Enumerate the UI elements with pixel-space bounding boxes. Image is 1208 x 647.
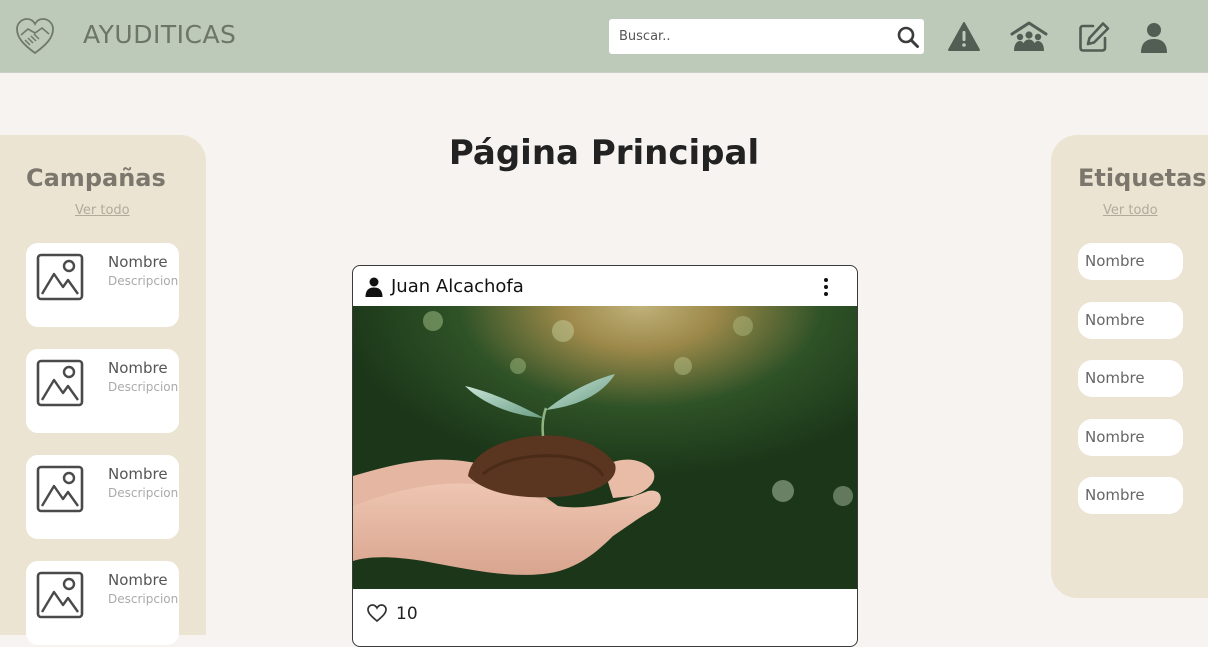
campaigns-sidebar: Campañas Ver todo Nombre Descripcion Nom…	[0, 135, 206, 645]
community-icon[interactable]	[1010, 20, 1048, 54]
alert-icon[interactable]	[947, 20, 981, 54]
campaign-card[interactable]: Nombre Descripcion	[26, 243, 179, 327]
post-author[interactable]: Juan Alcachofa	[391, 276, 524, 297]
campaign-description: Descripcion	[108, 486, 179, 500]
campaign-name: Nombre	[108, 253, 168, 271]
tag-item[interactable]: Nombre	[1078, 477, 1183, 514]
post-image[interactable]	[353, 306, 857, 589]
image-placeholder-icon	[36, 465, 84, 513]
image-placeholder-icon	[36, 253, 84, 301]
tag-item[interactable]: Nombre	[1078, 243, 1183, 280]
tags-see-all-link[interactable]: Ver todo	[1103, 203, 1158, 218]
user-icon[interactable]	[1137, 20, 1171, 54]
brand-name[interactable]: AYUDITICAS	[83, 20, 236, 49]
edit-icon[interactable]	[1077, 20, 1111, 54]
campaign-description: Descripcion	[108, 380, 179, 394]
tags-title: Etiquetas	[1078, 164, 1207, 192]
image-placeholder-icon	[36, 571, 84, 619]
user-icon	[365, 277, 383, 297]
tag-item[interactable]: Nombre	[1078, 419, 1183, 456]
campaigns-title: Campañas	[26, 164, 166, 192]
campaign-card[interactable]: Nombre Descripcion	[26, 349, 179, 433]
tag-item[interactable]: Nombre	[1078, 360, 1183, 397]
tags-sidebar: Etiquetas Ver todo Nombre Nombre Nombre …	[1051, 135, 1208, 598]
campaign-name: Nombre	[108, 465, 168, 483]
post-header: Juan Alcachofa	[353, 266, 857, 306]
heart-icon[interactable]	[367, 603, 387, 623]
like-count: 10	[396, 604, 418, 624]
tag-item[interactable]: Nombre	[1078, 302, 1183, 339]
campaign-description: Descripcion	[108, 274, 179, 288]
search-input[interactable]	[609, 19, 889, 54]
post-card: Juan Alcachofa 10	[352, 265, 858, 647]
campaign-card[interactable]: Nombre Descripcion	[26, 561, 179, 645]
image-placeholder-icon	[36, 359, 84, 407]
campaign-name: Nombre	[108, 571, 168, 589]
top-navbar: AYUDITICAS	[0, 0, 1208, 73]
search-bar	[609, 19, 924, 54]
campaign-name: Nombre	[108, 359, 168, 377]
campaign-description: Descripcion	[108, 592, 179, 606]
search-icon[interactable]	[896, 25, 920, 49]
campaign-card[interactable]: Nombre Descripcion	[26, 455, 179, 539]
handshake-heart-icon[interactable]	[14, 16, 56, 56]
more-options-icon[interactable]	[819, 277, 833, 297]
post-footer: 10	[353, 589, 857, 646]
campaigns-see-all-link[interactable]: Ver todo	[75, 203, 130, 218]
